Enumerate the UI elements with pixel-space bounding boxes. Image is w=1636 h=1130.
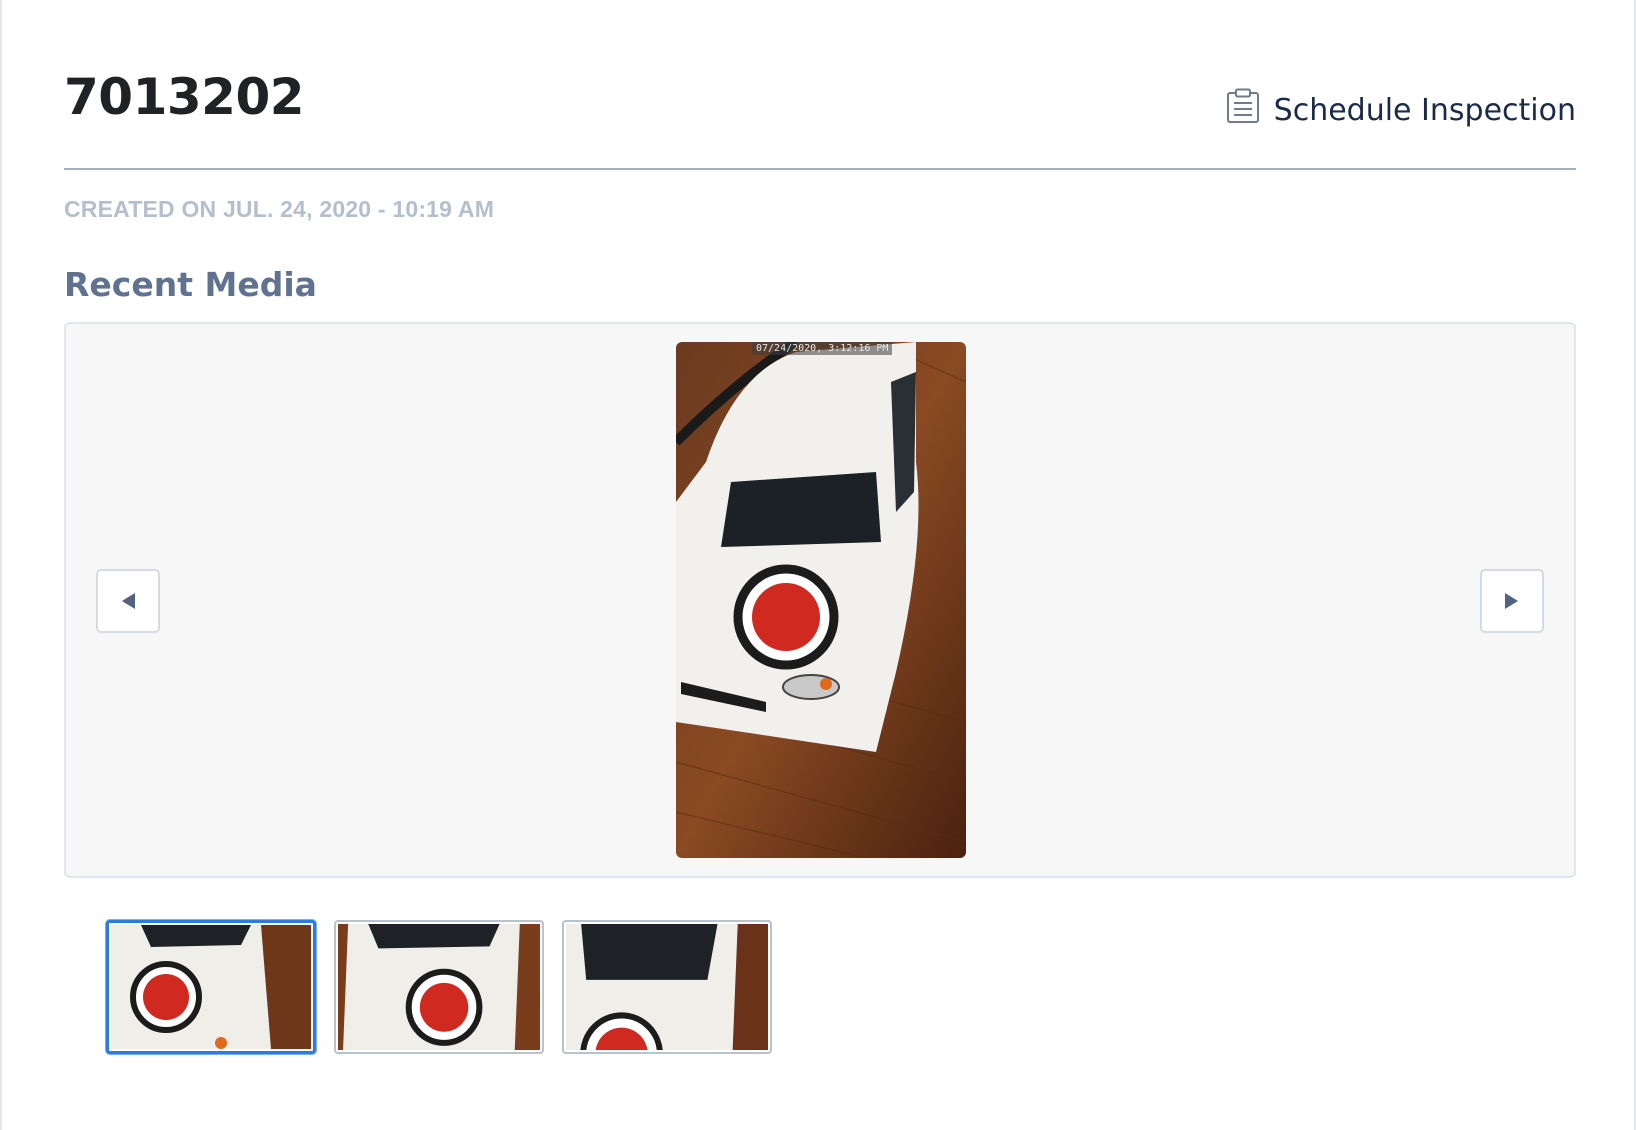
page-header: 7013202 Schedule Inspection (64, 60, 1576, 170)
media-thumbnail-1[interactable] (106, 920, 316, 1054)
media-thumbnail-3[interactable] (562, 920, 772, 1054)
inspection-card: 7013202 Schedule Inspection CREATED ON J… (0, 0, 1636, 1130)
chevron-right-icon (1505, 593, 1518, 609)
media-viewer: 07/24/2020, 3:12:16 PM (64, 322, 1576, 878)
current-media-image[interactable]: 07/24/2020, 3:12:16 PM (676, 342, 966, 858)
chevron-left-icon (122, 593, 135, 609)
schedule-inspection-button[interactable]: Schedule Inspection (1226, 88, 1576, 132)
schedule-inspection-label: Schedule Inspection (1273, 92, 1576, 128)
clipboard-icon (1226, 88, 1260, 132)
page-title: 7013202 (64, 68, 305, 126)
next-media-button[interactable] (1480, 569, 1544, 633)
previous-media-button[interactable] (96, 569, 160, 633)
media-thumbnail-2[interactable] (334, 920, 544, 1054)
recent-media-heading: Recent Media (64, 265, 317, 304)
media-thumbnails (106, 920, 772, 1054)
created-timestamp: CREATED ON JUL. 24, 2020 - 10:19 AM (64, 196, 495, 222)
media-timestamp: 07/24/2020, 3:12:16 PM (752, 342, 893, 355)
